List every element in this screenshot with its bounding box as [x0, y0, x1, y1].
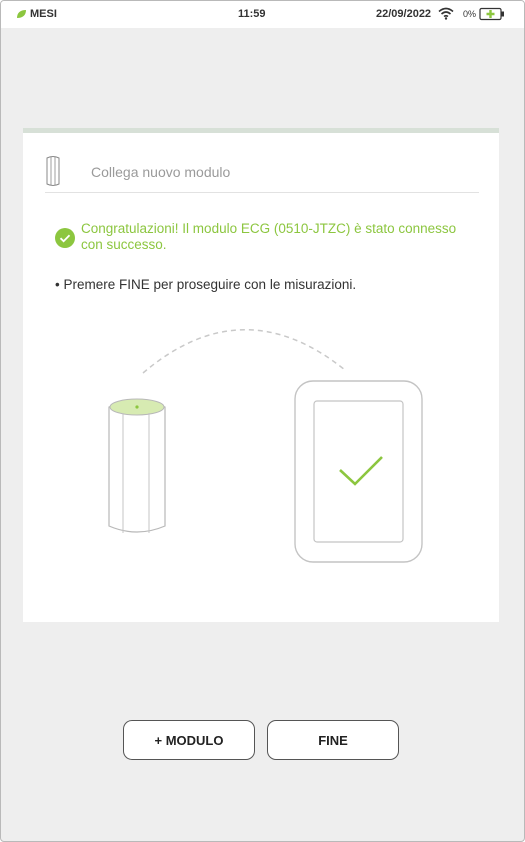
wifi-icon	[438, 7, 454, 23]
brand: MESI	[16, 8, 57, 20]
mesi-leaf-icon	[16, 9, 27, 19]
add-module-button[interactable]: + MODULO	[123, 720, 255, 760]
ecg-module-illustration	[108, 398, 166, 533]
connection-arc	[142, 329, 346, 374]
app-frame: MESI 11:59 22/09/2022 0% Collega nuovo m…	[0, 0, 525, 842]
status-date: 22/09/2022	[376, 8, 432, 20]
success-check-icon	[55, 228, 75, 253]
device-illustration	[294, 380, 423, 563]
connection-card: Collega nuovo modulo Congratulazioni! Il…	[23, 128, 499, 622]
brand-name: MESI	[30, 8, 57, 20]
success-text: Congratulazioni! Il modulo ECG (0510-JTZ…	[81, 221, 457, 252]
instruction-text: • Premere FINE per proseguire con le mis…	[55, 277, 357, 292]
module-icon	[45, 155, 61, 192]
battery-percent: 0%	[463, 9, 477, 19]
connection-illustration	[103, 323, 443, 578]
battery-charging-icon	[479, 7, 505, 24]
status-time: 11:59	[238, 8, 266, 20]
card-title: Collega nuovo modulo	[91, 164, 231, 180]
status-bar: MESI 11:59 22/09/2022 0%	[1, 1, 524, 28]
finish-button[interactable]: FINE	[267, 720, 399, 760]
card-header: Collega nuovo modulo	[45, 155, 479, 193]
